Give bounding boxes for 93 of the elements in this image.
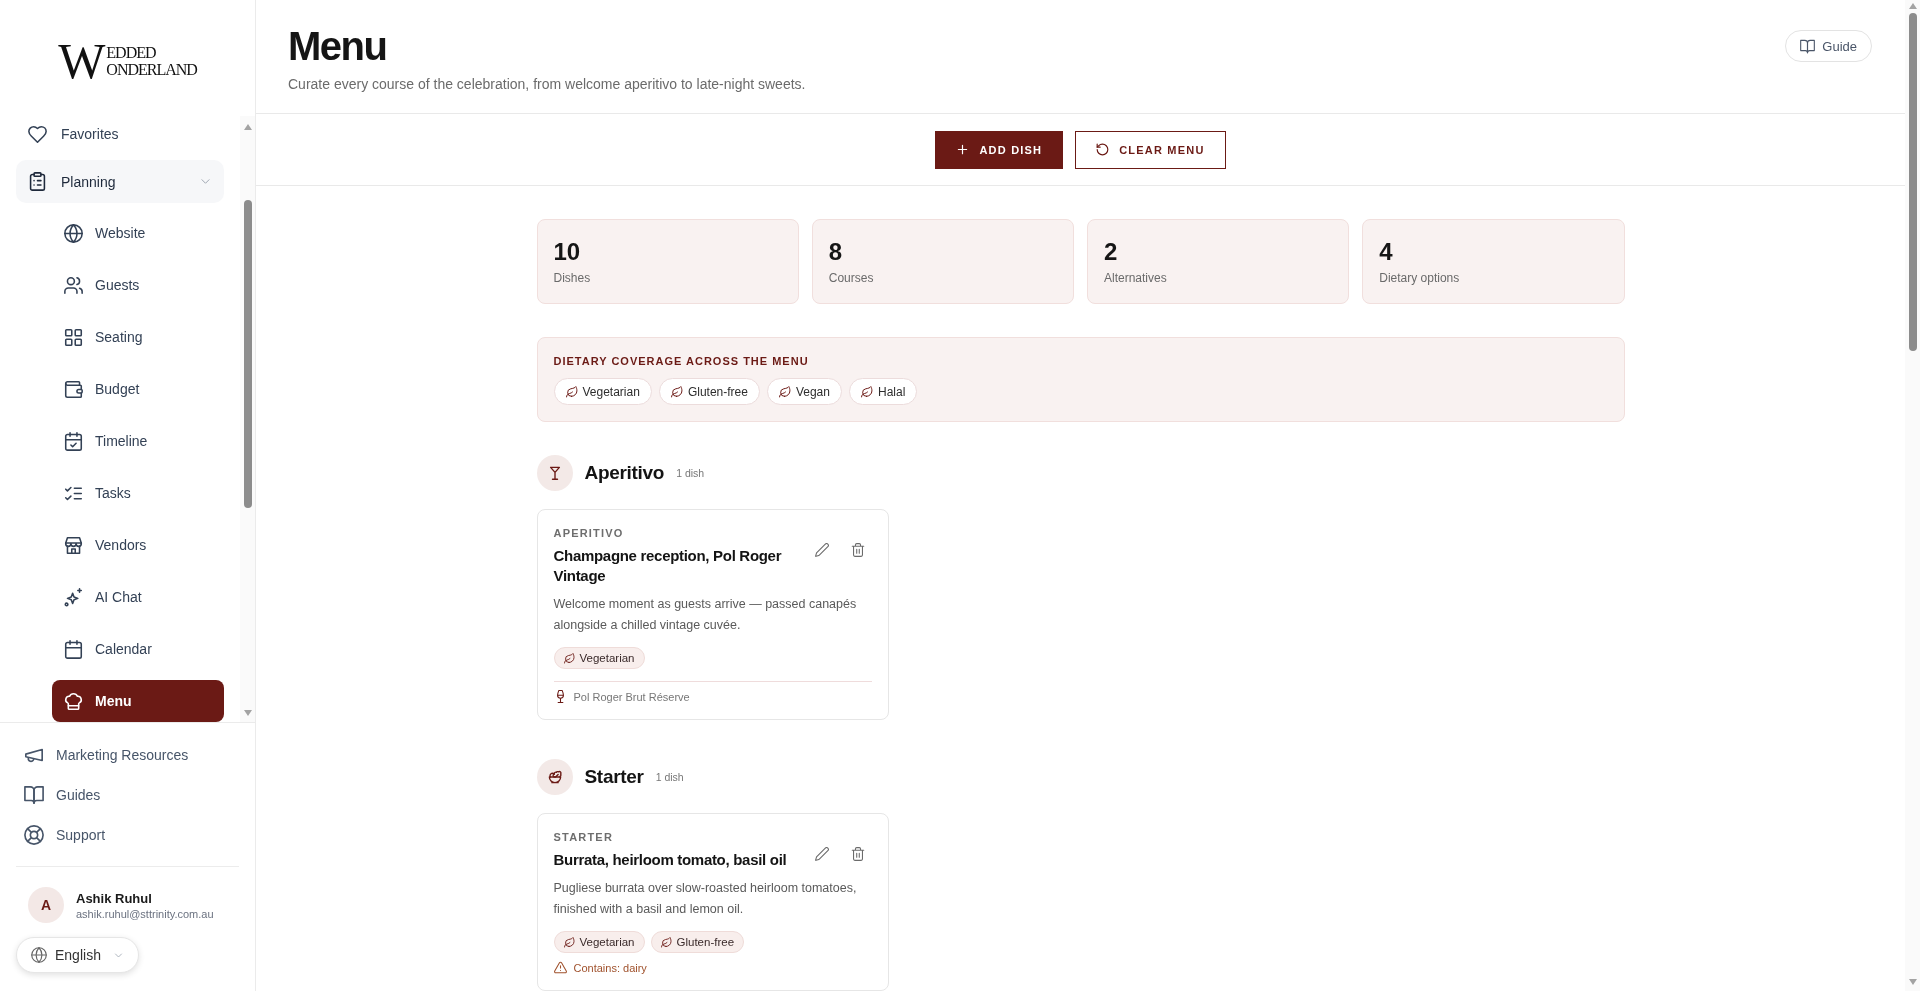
allergen-note: Contains: dairy <box>573 961 647 974</box>
tag-label: Vegetarian <box>582 384 640 399</box>
tag-label: Gluten-free <box>676 936 735 948</box>
people-icon <box>64 275 83 295</box>
nav-link[interactable]: Marketing Resources <box>16 735 239 775</box>
tag-label: Vegan <box>795 384 830 399</box>
scrollbar[interactable] <box>1905 0 1920 991</box>
nav-item[interactable]: Vendors <box>52 524 224 566</box>
grid-icon <box>64 327 83 347</box>
stat-label: Courses <box>828 270 875 286</box>
nav-link[interactable]: Support <box>16 815 239 855</box>
pencil-icon <box>814 847 829 861</box>
circular-arrow-icon <box>1096 143 1110 156</box>
plus-icon <box>956 143 970 156</box>
logo-initial: W <box>58 37 106 85</box>
leaf-icon <box>563 936 575 948</box>
logo-text: ONDERLAND <box>106 61 197 78</box>
clear-menu-button[interactable]: CLEAR MENU <box>1075 130 1226 169</box>
stat-value: 2 <box>1104 237 1119 267</box>
leaf-icon <box>670 385 683 398</box>
scrollbar[interactable] <box>240 116 255 722</box>
lifebuoy-icon <box>24 825 44 845</box>
user-name: Ashik Ruhul <box>76 890 153 906</box>
user-avatar: A <box>28 887 64 923</box>
trash-icon <box>850 543 865 557</box>
panel-title: DIETARY COVERAGE ACROSS THE MENU <box>553 354 810 368</box>
leaf-icon <box>778 385 791 398</box>
tag-label: Vegetarian <box>579 652 635 664</box>
stat-label: Dietary options <box>1379 270 1461 286</box>
scroll-down-icon[interactable] <box>243 710 252 716</box>
wallet-icon <box>64 379 83 399</box>
language-selector[interactable]: English <box>16 937 139 973</box>
nav-item[interactable]: Guests <box>52 264 224 306</box>
globe-icon <box>64 223 83 243</box>
scrollbar-thumb[interactable] <box>1908 13 1917 351</box>
nav-link[interactable]: Guides <box>16 775 239 815</box>
leaf-icon <box>860 385 873 398</box>
course-title: Starter <box>584 766 644 788</box>
logo-text: EDDED <box>106 44 157 61</box>
nav-item[interactable]: Tasks <box>52 472 224 514</box>
add-dish-button[interactable]: ADD DISH <box>935 130 1064 169</box>
page-subtitle: Curate every course of the celebration, from welcome aperitivo to late-night sweets. <box>288 76 806 92</box>
leaf-icon <box>565 385 578 398</box>
stat-value: 4 <box>1379 237 1394 267</box>
nav-item[interactable]: Favorites <box>16 116 224 152</box>
cocktail-glass-icon <box>536 455 573 491</box>
nav-item[interactable]: Planning <box>16 160 224 203</box>
nav-item[interactable]: Timeline <box>52 420 224 462</box>
dish-title: Burrata, heirloom tomato, basil oil <box>553 850 788 870</box>
leaf-icon <box>660 936 672 948</box>
storefront-icon <box>64 535 83 555</box>
course-title: Aperitivo <box>584 462 665 484</box>
scrollbar-thumb[interactable] <box>243 200 252 508</box>
tag-label: Halal <box>877 384 906 399</box>
stat-label: Dishes <box>553 270 592 286</box>
dish-description: Pugliese burrata over slow-roasted heirloom tomatoes, finished with a basil and lemon oil. <box>553 880 858 918</box>
leaf-icon <box>563 652 575 664</box>
stat-value: 8 <box>828 237 844 267</box>
nav-item[interactable]: Menu <box>52 680 224 722</box>
stat-label: Alternatives <box>1104 270 1168 286</box>
dish-count: 1 dish <box>676 467 705 479</box>
clipboard-icon <box>28 172 47 191</box>
course-label: APERITIVO <box>553 526 625 540</box>
stat-value: 10 <box>553 237 582 267</box>
guide-button[interactable]: Guide <box>1785 30 1872 62</box>
heart-icon <box>28 124 47 144</box>
dish-title: Champagne reception, Pol Roger Vintage <box>553 546 783 586</box>
dish-count: 1 dish <box>655 771 684 783</box>
nav-item[interactable]: Seating <box>52 316 224 358</box>
pencil-icon <box>814 543 829 557</box>
sparkles-icon <box>64 587 83 607</box>
nav-item[interactable]: AI Chat <box>52 576 224 618</box>
tag-label: Vegetarian <box>579 936 635 948</box>
nav-item[interactable]: Calendar <box>52 628 224 670</box>
warning-icon <box>553 961 567 974</box>
calendar-icon <box>64 639 83 659</box>
nav-item[interactable]: Website <box>52 212 224 254</box>
calendar-check-icon <box>64 431 83 451</box>
salad-bowl-icon <box>536 759 573 795</box>
wine-pairing: Pol Roger Brut Réserve <box>573 690 690 703</box>
book-icon <box>1800 38 1816 54</box>
trash-icon <box>850 847 865 861</box>
page-title: Menu <box>288 24 388 68</box>
chef-hat-icon <box>64 691 83 711</box>
scroll-down-icon[interactable] <box>1908 979 1917 985</box>
dish-description: Welcome moment as guests arrive — passed canapés alongside a chilled vintage cuvée. <box>553 596 858 634</box>
user-email: ashik.ruhul@sttrinity.com.au <box>76 907 214 920</box>
tag-label: Gluten-free <box>687 384 748 399</box>
globe-icon <box>31 947 47 963</box>
book-icon <box>24 785 44 805</box>
nav-item[interactable]: Budget <box>52 368 224 410</box>
course-label: STARTER <box>553 830 615 844</box>
scroll-up-icon[interactable] <box>243 124 252 130</box>
